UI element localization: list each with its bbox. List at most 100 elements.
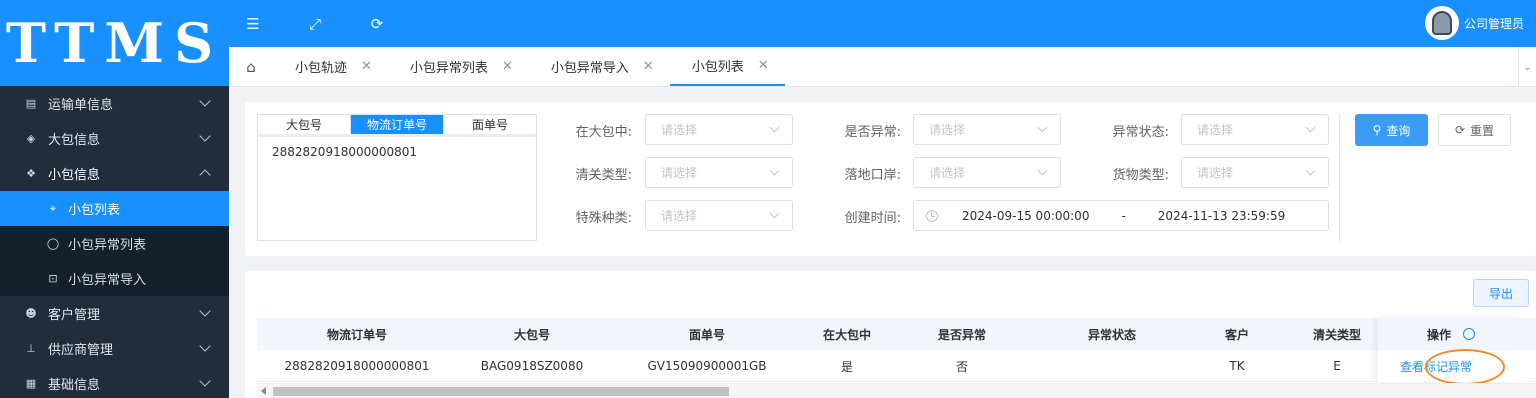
logo-text: TTMS (5, 11, 224, 75)
column-header: 异常状态 (1087, 327, 1136, 342)
sidebar: TTMS ▤ 运输单信息 ◈ 大包信息 ❖ 小包信息 ⌖ 小包列表 ◯ 小包异常… (0, 0, 229, 398)
box-icon: ◈ (26, 132, 36, 145)
tab-parcel-abnormal-import[interactable]: 小包异常导入 ✕ (529, 47, 670, 86)
customs-type-placeholder: 请选择 (661, 166, 698, 180)
app-logo[interactable]: TTMS (0, 0, 229, 86)
order-number-box: 大包号 物流订单号 面单号 2882820918000000801 (257, 114, 537, 241)
user-name[interactable]: 公司管理员 (1464, 15, 1524, 32)
divider (1339, 114, 1340, 242)
sidebar-item-label: 小包列表 (68, 203, 121, 218)
cell-order-no: 2882820918000000801 (284, 359, 430, 373)
column-header: 清关类型 (1312, 327, 1361, 342)
sidebar-item-bag-info[interactable]: ◈ 大包信息 (0, 121, 229, 156)
sidebar-item-label: 大包信息 (48, 133, 101, 148)
avatar[interactable] (1424, 6, 1459, 40)
goods-type-placeholder: 请选择 (1197, 166, 1234, 180)
tab-parcel-track[interactable]: 小包轨迹 ✕ (273, 47, 388, 86)
scrollbar-thumb[interactable] (273, 387, 729, 396)
cell-abnormal-status (1037, 350, 1187, 382)
in-bag-select[interactable]: 请选择 (645, 114, 793, 145)
landing-port-select[interactable]: 请选择 (913, 157, 1061, 188)
refresh-icon: ⟳ (1454, 123, 1466, 137)
view-link[interactable]: 查看 (1400, 358, 1424, 375)
chevron-down-icon (199, 305, 211, 317)
scroll-left-icon[interactable] (261, 387, 266, 395)
sidebar-item-label: 供应商管理 (48, 343, 114, 358)
sidebar-item-suppliers[interactable]: ⊥ 供应商管理 (0, 331, 229, 366)
chevron-down-icon (1305, 165, 1316, 176)
truck-icon: ▤ (25, 97, 37, 110)
sidebar-item-label: 小包信息 (48, 168, 101, 183)
column-header: 客户 (1224, 327, 1249, 342)
tab-parcel-list[interactable]: 小包列表 ✕ (669, 47, 785, 86)
chevron-down-icon (769, 122, 780, 133)
goods-type-label: 货物类型: (1112, 168, 1169, 183)
search-type-segment: 大包号 物流订单号 面单号 (258, 115, 536, 137)
chevron-down-icon (199, 95, 211, 107)
sidebar-item-parcel-abnormal-import[interactable]: ⊡ 小包异常导入 (0, 261, 229, 296)
date-start[interactable]: 2024-09-15 00:00:00 (962, 209, 1089, 223)
goods-type-select[interactable]: 请选择 (1181, 157, 1329, 188)
sidebar-item-parcel-info[interactable]: ❖ 小包信息 (0, 156, 229, 191)
chevron-down-icon (1037, 165, 1048, 176)
sidebar-item-label: 运输单信息 (48, 98, 114, 113)
actions-header-label: 操作 (1426, 327, 1451, 342)
refresh-icon[interactable]: ⟳ (369, 15, 385, 33)
segment-waybill-no[interactable]: 面单号 (444, 115, 536, 134)
chevron-down-icon[interactable]: ⌄ (1518, 47, 1536, 87)
tab-parcel-abnormal-list[interactable]: 小包异常列表 ✕ (388, 47, 529, 86)
list-icon: ⌖ (49, 201, 57, 215)
table-row[interactable]: 2882820918000000801 BAG0918SZ0080 GV1509… (257, 350, 1536, 382)
cell-waybill-no: GV15090900001GB (647, 359, 767, 373)
fullscreen-icon[interactable]: ⤢ (307, 15, 323, 33)
search-panel: 大包号 物流订单号 面单号 2882820918000000801 在大包中: … (245, 102, 1536, 256)
landing-port-label: 落地口岸: (844, 168, 901, 183)
package-icon: ❖ (26, 167, 36, 180)
column-header: 是否异常 (937, 327, 986, 342)
special-type-label: 特殊种类: (575, 211, 632, 226)
home-icon[interactable]: ⌂ (229, 47, 273, 86)
sidebar-item-label: 小包异常导入 (68, 273, 147, 288)
tab-bar: ⌂ 小包轨迹 ✕ 小包异常列表 ✕ 小包异常导入 ✕ 小包列表 ✕ ⌄ (229, 47, 1536, 87)
customs-type-select[interactable]: 请选择 (645, 157, 793, 188)
create-time-range-picker[interactable]: 2024-09-15 00:00:00 - 2024-11-13 23:59:5… (913, 200, 1329, 231)
cell-bag-no: BAG0918SZ0080 (480, 359, 584, 373)
chevron-down-icon (1037, 122, 1048, 133)
close-icon[interactable]: ✕ (502, 59, 513, 74)
cell-in-bag: 是 (840, 359, 853, 374)
highlight-circle (1425, 349, 1505, 385)
cell-is-abnormal: 否 (955, 359, 968, 374)
segment-bag-no[interactable]: 大包号 (258, 115, 351, 134)
grid-icon: ▦ (25, 377, 37, 390)
close-icon[interactable]: ✕ (361, 59, 372, 74)
sidebar-item-parcel-abnormal-list[interactable]: ◯ 小包异常列表 (0, 226, 229, 261)
horizontal-scrollbar[interactable] (257, 383, 1536, 398)
sidebar-item-transport[interactable]: ▤ 运输单信息 (0, 86, 229, 121)
gear-icon[interactable] (1463, 328, 1475, 340)
close-icon[interactable]: ✕ (758, 58, 769, 73)
sidebar-item-parcel-list[interactable]: ⌖ 小包列表 (0, 191, 229, 226)
segment-order-no[interactable]: 物流订单号 (351, 115, 444, 134)
is-abnormal-select[interactable]: 请选择 (913, 114, 1061, 145)
order-number-textarea[interactable]: 2882820918000000801 (258, 137, 536, 167)
tab-label: 小包列表 (691, 60, 744, 75)
abnormal-status-select[interactable]: 请选择 (1181, 114, 1329, 145)
bulb-icon: ◯ (46, 237, 60, 250)
chevron-down-icon (769, 208, 780, 219)
in-bag-placeholder: 请选择 (661, 123, 698, 137)
reset-button-label: 重置 (1470, 123, 1495, 138)
top-bar: ☰ ⤢ ⟳ 公司管理员 (229, 0, 1536, 47)
sidebar-item-customers[interactable]: ☻ 客户管理 (0, 296, 229, 331)
tab-label: 小包异常列表 (409, 61, 488, 76)
menu-fold-icon[interactable]: ☰ (245, 15, 261, 33)
close-icon[interactable]: ✕ (643, 59, 654, 74)
network-icon: ⊥ (26, 342, 36, 355)
user-menu[interactable]: 公司管理员 (1424, 6, 1524, 40)
reset-button[interactable]: ⟳ 重置 (1438, 114, 1511, 146)
clock-icon (926, 209, 938, 222)
query-button[interactable]: ⚲ 查询 (1355, 114, 1428, 146)
date-end[interactable]: 2024-11-13 23:59:59 (1158, 209, 1285, 223)
special-type-select[interactable]: 请选择 (645, 200, 793, 231)
export-button[interactable]: 导出 (1473, 279, 1529, 307)
sidebar-item-basic-info[interactable]: ▦ 基础信息 (0, 366, 229, 398)
